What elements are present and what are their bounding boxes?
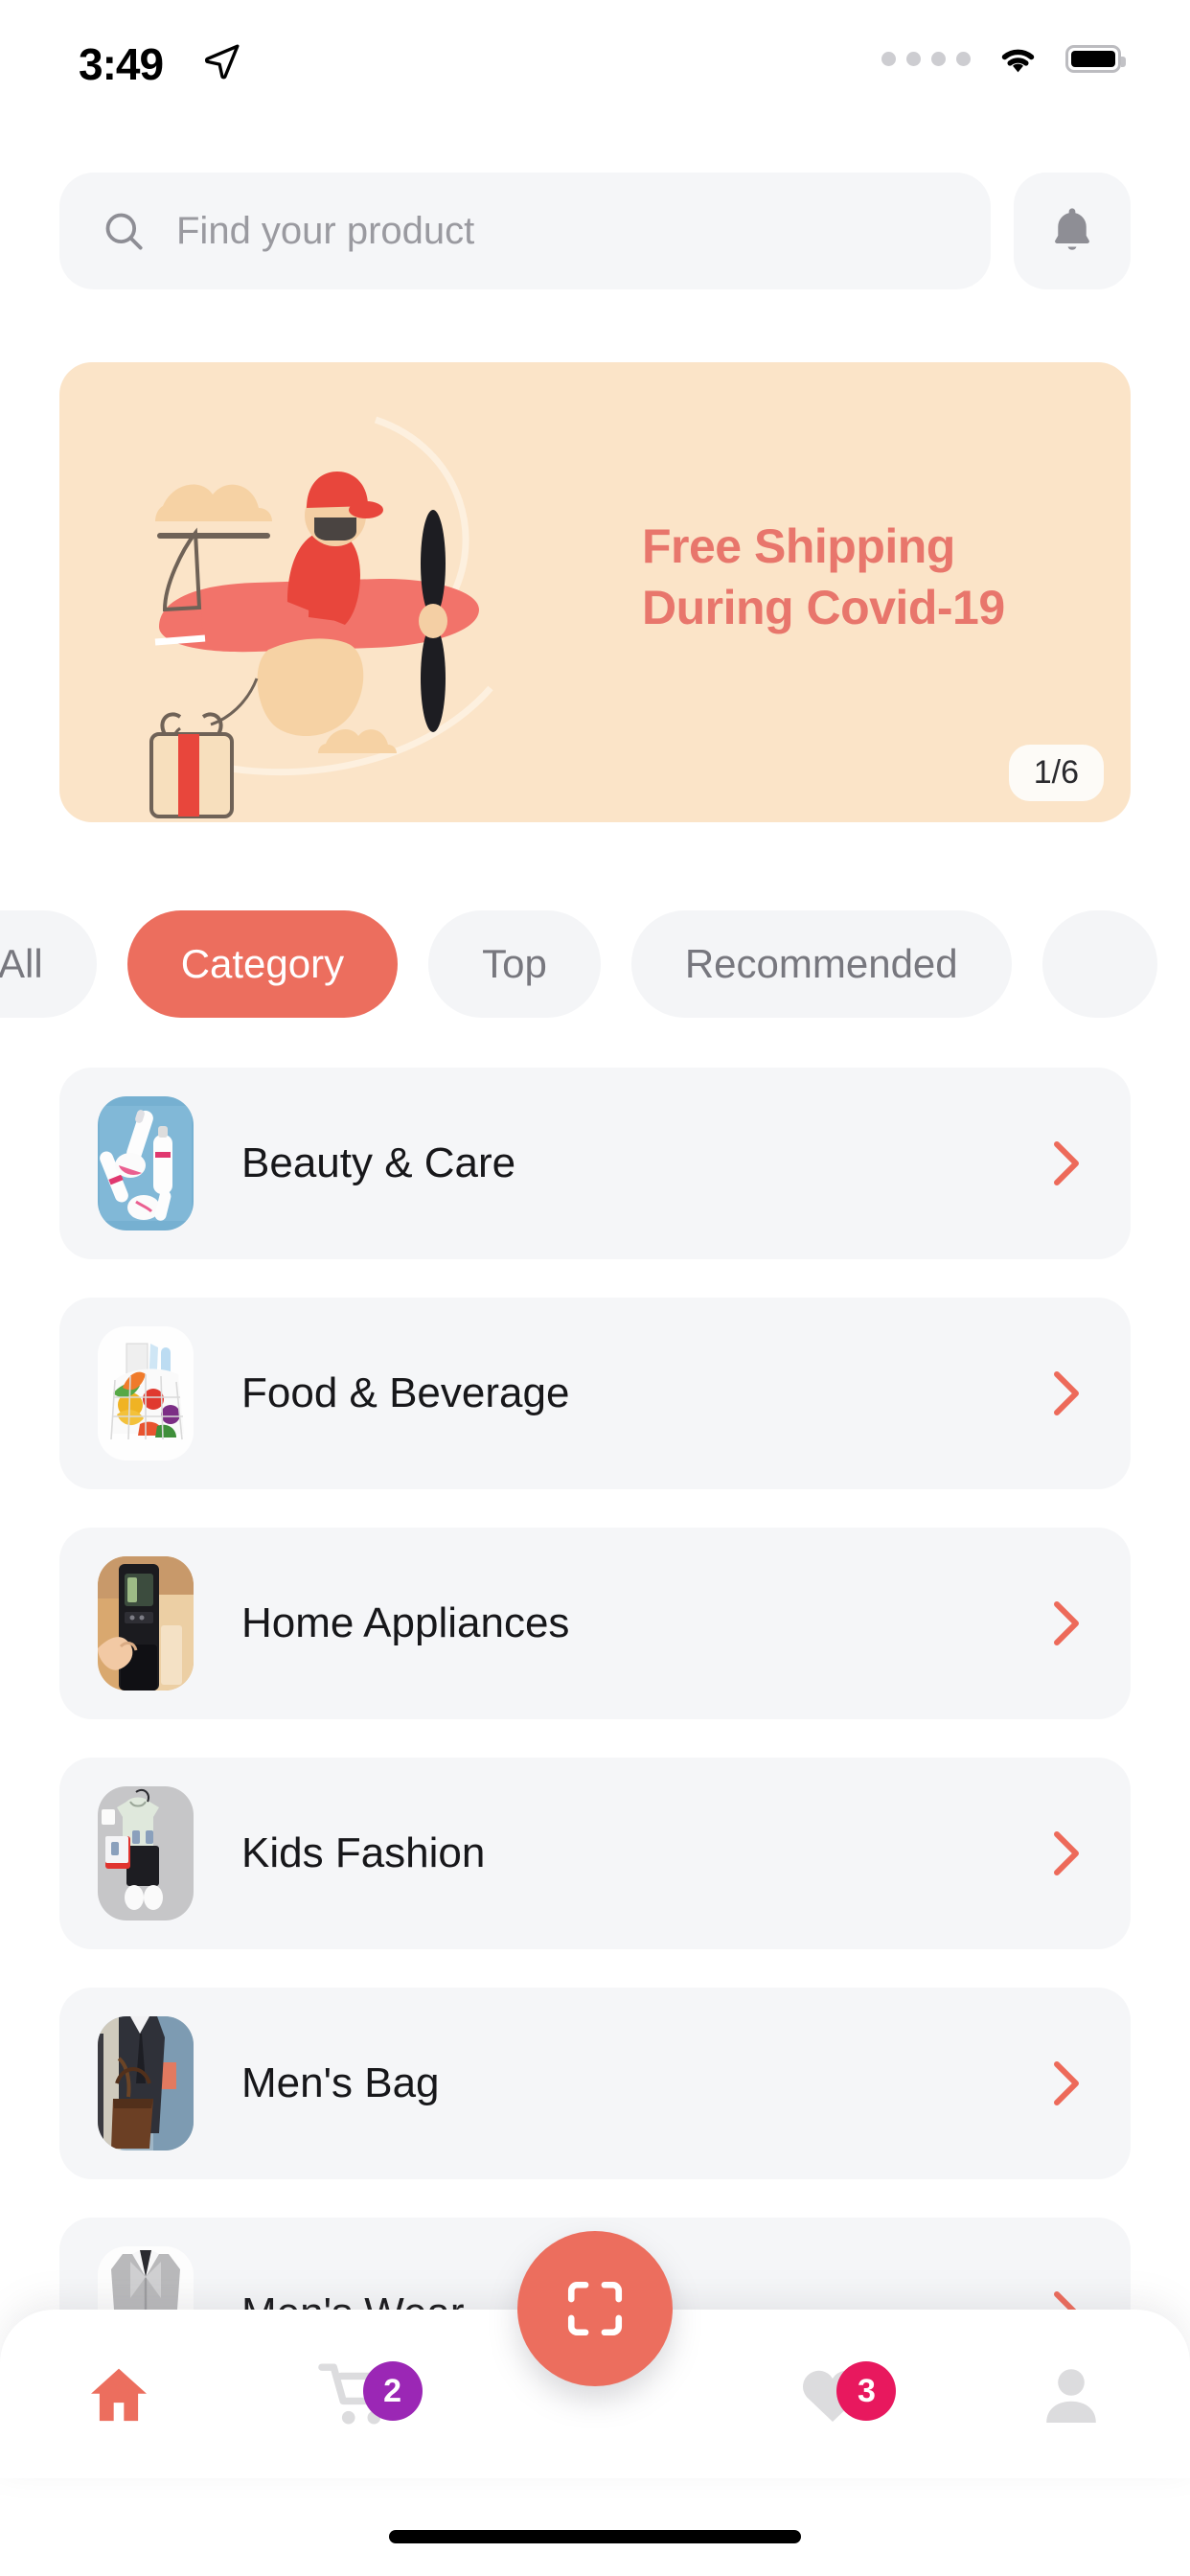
- status-bar-indicators: [881, 42, 1126, 75]
- home-icon: [91, 2368, 148, 2422]
- chevron-right-icon: [1054, 1831, 1079, 1875]
- status-bar: 3:49: [0, 0, 1190, 125]
- favorites-badge: 3: [836, 2361, 897, 2421]
- category-row-home-appliances[interactable]: Home Appliances: [59, 1528, 1131, 1719]
- category-row-food-beverage[interactable]: Food & Beverage: [59, 1298, 1131, 1489]
- filter-chip-next[interactable]: [1041, 910, 1157, 1018]
- notification-button[interactable]: [1014, 172, 1131, 289]
- promo-banner[interactable]: Free Shipping During Covid-19 1/6: [59, 362, 1131, 822]
- filter-chip-category[interactable]: Category: [126, 910, 399, 1018]
- category-label: Home Appliances: [241, 1599, 570, 1646]
- filter-chip-all[interactable]: All: [0, 910, 97, 1018]
- cosmetics-bottles-photo: [98, 1096, 194, 1230]
- status-bar-time: 3:49: [79, 39, 164, 89]
- nav-item-profile[interactable]: [952, 2310, 1190, 2478]
- filter-chip-recommended[interactable]: Recommended: [630, 910, 1012, 1018]
- banner-pagination: 1/6: [1008, 745, 1104, 801]
- scan-icon: [567, 2281, 623, 2336]
- banner-text: Free Shipping During Covid-19: [642, 516, 1092, 638]
- bell-icon: [1055, 208, 1089, 250]
- chevron-right-icon: [1054, 1141, 1079, 1185]
- airplane-pilot-illustration: [149, 416, 493, 818]
- wifi-icon: [1001, 49, 1035, 73]
- chevron-right-icon: [1054, 1371, 1079, 1415]
- chevron-right-icon: [1054, 1601, 1079, 1645]
- category-label: Kids Fashion: [241, 1829, 486, 1876]
- kids-outfit-photo: [98, 1786, 194, 1920]
- nav-item-cart[interactable]: 2: [238, 2310, 475, 2478]
- scan-fab-button[interactable]: [517, 2231, 673, 2386]
- app-screen: 3:49 Find your product Free Shipping Dur…: [0, 0, 1190, 2576]
- filter-chips[interactable]: All Category Top Recommended: [0, 905, 1190, 1024]
- category-row-mens-bag[interactable]: Men's Bag: [59, 1988, 1131, 2179]
- nav-item-favorites[interactable]: 3: [714, 2310, 951, 2478]
- category-row-kids-fashion[interactable]: Kids Fashion: [59, 1758, 1131, 1949]
- nav-item-home[interactable]: [0, 2310, 238, 2478]
- profile-icon: [1046, 2369, 1096, 2423]
- chevron-right-icon: [1054, 2061, 1079, 2105]
- signal-dots-icon: [881, 51, 971, 66]
- man-leather-bag-photo: [98, 2016, 194, 2150]
- battery-full-icon: [1065, 44, 1126, 73]
- category-label: Men's Bag: [241, 2059, 440, 2106]
- banner-line-2: During Covid-19: [642, 581, 1005, 634]
- search-header: [59, 172, 1131, 289]
- category-row-beauty-care[interactable]: Beauty & Care: [59, 1068, 1131, 1259]
- category-label: Food & Beverage: [241, 1369, 570, 1416]
- cart-badge: 2: [362, 2361, 423, 2421]
- home-indicator: [389, 2530, 801, 2543]
- location-arrow-icon: [204, 44, 240, 80]
- search-bar[interactable]: [59, 172, 991, 289]
- filter-chip-top[interactable]: Top: [428, 910, 601, 1018]
- grocery-basket-photo: [98, 1326, 194, 1460]
- search-icon: [105, 213, 143, 250]
- search-input[interactable]: [176, 209, 949, 253]
- banner-line-1: Free Shipping: [642, 519, 955, 573]
- category-label: Beauty & Care: [241, 1139, 516, 1186]
- water-dispenser-photo: [98, 1556, 194, 1690]
